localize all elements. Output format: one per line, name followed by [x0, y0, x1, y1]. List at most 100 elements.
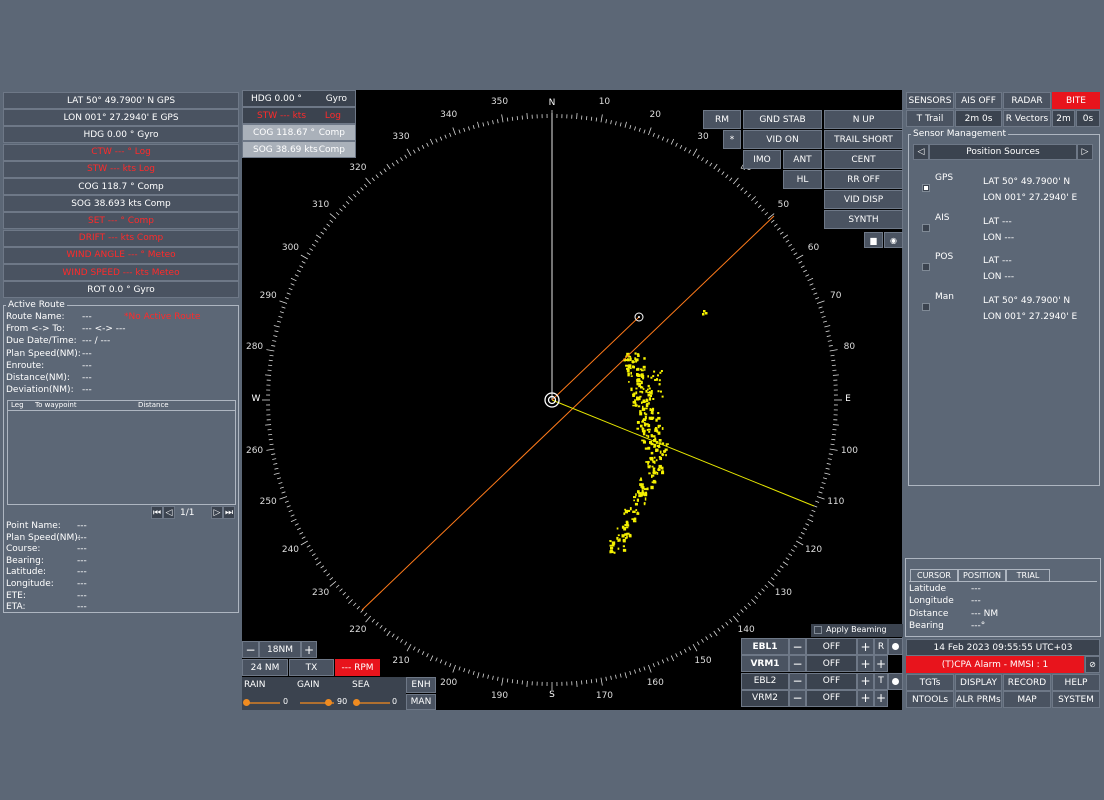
ebl-vrm-name-1[interactable]: VRM1 — [741, 655, 789, 673]
bite-button[interactable]: BITE — [1052, 92, 1100, 109]
ebl-vrm-plus-button[interactable]: + — [857, 638, 874, 655]
help-button[interactable]: HELP — [1052, 674, 1100, 691]
compass-tick — [379, 171, 383, 176]
gain-slider-knob[interactable] — [325, 699, 332, 706]
ebl-vrm-minus-button[interactable]: − — [789, 672, 806, 690]
ebl-vrm-plus-button[interactable]: + — [857, 672, 874, 690]
range-increase-button[interactable]: + — [301, 641, 317, 658]
ebl-ref-button[interactable]: T — [874, 672, 888, 690]
ebl-vrm-plus-button[interactable]: + — [857, 655, 874, 673]
radar-echo-target — [705, 312, 708, 315]
camera-icon[interactable]: ◉ — [884, 232, 903, 248]
source-checkbox-pos[interactable] — [922, 263, 930, 272]
cpa-alarm-banner[interactable]: (T)CPA Alarm - MMSI : 1 — [906, 656, 1084, 673]
range-decrease-button[interactable]: − — [242, 641, 259, 658]
compass-tick — [826, 463, 831, 465]
ebl-vrm-minus-button[interactable]: − — [789, 689, 806, 707]
ntools-button[interactable]: NTOOLs — [906, 691, 954, 708]
compass-tick — [666, 657, 669, 662]
tab-trial[interactable]: TRIAL — [1006, 569, 1050, 581]
ebl-ref-button[interactable]: R — [874, 638, 888, 655]
ebl-vrm-minus-button[interactable]: − — [789, 655, 806, 673]
gnd-stab-button[interactable]: GND STAB — [743, 110, 822, 129]
ebl-toggle-dot-icon[interactable] — [888, 638, 903, 655]
compass-label: 240 — [281, 545, 300, 555]
alr-prms-button[interactable]: ALR PRMs — [955, 691, 1002, 708]
vid-on-button[interactable]: VID ON — [743, 130, 822, 149]
rain-slider[interactable] — [246, 702, 280, 704]
trail-short-button[interactable]: TRAIL SHORT — [824, 130, 903, 149]
radar-echo — [648, 387, 651, 390]
ebl-vrm-name-0[interactable]: EBL1 — [741, 638, 789, 655]
source-checkbox-ais[interactable] — [922, 223, 930, 232]
ais-off-button[interactable]: AIS OFF — [955, 92, 1002, 109]
ebl-vrm-plus-extra-button[interactable]: + — [874, 655, 888, 673]
compass-tick — [721, 171, 725, 176]
record-button[interactable]: RECORD — [1003, 674, 1051, 691]
cent-button[interactable]: CENT — [824, 150, 903, 169]
imo-button[interactable]: IMO — [743, 150, 781, 169]
man-button[interactable]: MAN — [406, 694, 436, 710]
hl-button[interactable]: HL — [783, 170, 822, 189]
rr-off-button[interactable]: RR OFF — [824, 170, 903, 189]
tx-button[interactable]: TX — [289, 659, 334, 676]
save-icon[interactable]: ▆ — [864, 232, 883, 248]
display-button[interactable]: DISPLAY — [955, 674, 1002, 691]
point-field-label: Bearing: — [6, 555, 44, 566]
range-scale-button[interactable]: 24 NM — [242, 659, 288, 676]
sensors-button[interactable]: SENSORS — [906, 92, 954, 109]
compass-tick — [404, 641, 408, 646]
apply-beaming-toggle[interactable]: Apply Beaming — [811, 624, 903, 637]
tgts-button[interactable]: TGTs — [906, 674, 954, 691]
sources-prev-button[interactable]: ◁ — [913, 144, 929, 160]
radar-echo — [648, 402, 650, 405]
radar-button[interactable]: RADAR — [1003, 92, 1051, 109]
radar-echo — [665, 443, 669, 445]
synth-button[interactable]: SYNTH — [824, 210, 903, 229]
tab-position[interactable]: POSITION — [958, 569, 1006, 581]
r-vectors-button[interactable]: R Vectors — [1003, 110, 1051, 127]
pager-last-button[interactable]: ⏭ — [223, 506, 235, 519]
ant-button[interactable]: ANT — [783, 150, 822, 169]
t-trail-button[interactable]: T Trail — [906, 110, 954, 127]
apply-beaming-checkbox[interactable] — [814, 626, 822, 634]
alarm-ack-icon[interactable]: ⊘ — [1085, 656, 1100, 673]
n-up-button[interactable]: N UP — [824, 110, 903, 129]
radar-echo — [642, 401, 646, 403]
compass-tick — [472, 670, 475, 676]
compass-tick — [657, 661, 660, 666]
pager-next-button[interactable]: ▷ — [211, 506, 223, 519]
system-button[interactable]: SYSTEM — [1052, 691, 1100, 708]
rm-button[interactable]: RM — [703, 110, 741, 129]
sea-slider-knob[interactable] — [353, 699, 360, 706]
rain-slider-knob[interactable] — [243, 699, 250, 706]
ebl-toggle-dot-icon[interactable] — [888, 672, 903, 690]
sea-slider[interactable] — [356, 702, 390, 704]
map-button[interactable]: MAP — [1003, 691, 1051, 708]
own-vector-line — [551, 399, 815, 507]
source-checkbox-gps[interactable] — [922, 184, 930, 192]
source-checkbox-man[interactable] — [922, 303, 930, 312]
cursor-field-label: Latitude — [909, 584, 947, 594]
star-button[interactable]: * — [723, 130, 741, 149]
ebl-vrm-plus-extra-button[interactable]: + — [874, 689, 888, 707]
pager-first-button[interactable]: ⏮ — [151, 506, 163, 519]
tab-cursor[interactable]: CURSOR — [910, 569, 958, 581]
compass-tick — [477, 672, 480, 679]
radar-echo — [628, 367, 630, 370]
point-field-label: ETE: — [6, 590, 26, 601]
ebl-vrm-minus-button[interactable]: − — [789, 638, 806, 655]
compass-tick — [271, 453, 276, 455]
vid-disp-button[interactable]: VID DISP — [824, 190, 903, 209]
enh-button[interactable]: ENH — [406, 677, 436, 693]
radar-echo — [652, 471, 656, 474]
compass-tick — [828, 345, 833, 347]
ebl-vrm-plus-button[interactable]: + — [857, 689, 874, 707]
ebl-vrm-name-3[interactable]: VRM2 — [741, 689, 789, 707]
pager-prev-button[interactable]: ◁ — [163, 506, 175, 519]
radar-echo — [636, 368, 640, 371]
sources-next-button[interactable]: ▷ — [1077, 144, 1093, 160]
radar-echo — [645, 403, 649, 408]
route-legs-table[interactable]: Leg To waypoint Distance — [7, 400, 236, 505]
ebl-vrm-name-2[interactable]: EBL2 — [741, 672, 789, 690]
